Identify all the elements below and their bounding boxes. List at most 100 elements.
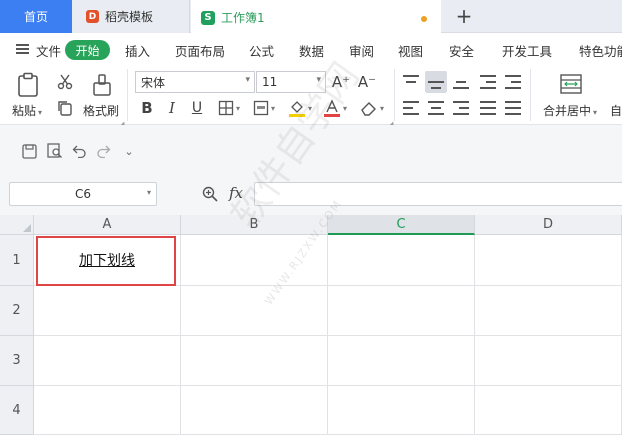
cut-button[interactable]	[55, 73, 75, 91]
column-header-b[interactable]: B	[181, 215, 328, 235]
zoom-icon[interactable]	[202, 186, 218, 206]
cell-b3[interactable]	[181, 336, 328, 386]
menu-security[interactable]: 安全	[449, 41, 474, 60]
italic-button[interactable]: I	[163, 98, 181, 118]
menu-page-layout[interactable]: 页面布局	[175, 41, 225, 60]
font-name-value: 宋体	[141, 75, 166, 90]
menu-file[interactable]: 文件	[36, 41, 61, 60]
justify-icon	[480, 101, 496, 115]
tab-home[interactable]: 首页	[0, 0, 72, 33]
align-right-button[interactable]	[452, 99, 470, 117]
cell-style-icon	[253, 100, 269, 116]
redo-button[interactable]	[94, 142, 112, 160]
paste-label[interactable]: 粘贴 ▾	[12, 102, 42, 119]
cell-a4[interactable]	[34, 386, 181, 435]
new-tab-button[interactable]: +	[452, 3, 476, 29]
save-icon	[21, 143, 37, 159]
paste-text: 粘贴	[12, 104, 37, 118]
cell-c2[interactable]	[328, 286, 475, 336]
cell-b4[interactable]	[181, 386, 328, 435]
align-top-button[interactable]	[402, 73, 420, 91]
align-middle-button[interactable]	[425, 71, 447, 93]
row-header-4[interactable]: 4	[0, 386, 34, 435]
merge-center-label[interactable]: 合并居中 ▾	[543, 102, 597, 119]
format-painter-label[interactable]: 格式刷	[83, 102, 119, 119]
formula-bar: C6 ▾ fx	[0, 177, 622, 215]
borders-button[interactable]: ▾	[214, 99, 244, 117]
row-header-2[interactable]: 2	[0, 286, 34, 336]
paste-button[interactable]	[14, 71, 42, 99]
select-all-corner[interactable]	[0, 215, 34, 235]
tab-workbook[interactable]: S 工作簿1	[191, 0, 441, 33]
cell-a1[interactable]: 加下划线	[34, 235, 181, 286]
distributed-align-button[interactable]	[504, 99, 522, 117]
cell-d4[interactable]	[475, 386, 622, 435]
font-color-icon	[323, 99, 340, 117]
tab-docer-templates[interactable]: D 稻壳模板	[72, 0, 190, 33]
cell-d3[interactable]	[475, 336, 622, 386]
menu-developer-tools[interactable]: 开发工具	[502, 41, 552, 60]
name-box-value: C6	[74, 187, 91, 201]
decrease-indent-icon	[480, 75, 496, 89]
menu-insert[interactable]: 插入	[125, 41, 150, 60]
cell-d2[interactable]	[475, 286, 622, 336]
cell-c4[interactable]	[328, 386, 475, 435]
align-left-button[interactable]	[402, 99, 420, 117]
align-bottom-button[interactable]	[452, 73, 470, 91]
chevron-down-icon: ▾	[38, 108, 43, 117]
cell-c3[interactable]	[328, 336, 475, 386]
row-header-1[interactable]: 1	[0, 235, 34, 286]
row-header-3[interactable]: 3	[0, 336, 34, 386]
cell-c1[interactable]	[328, 235, 475, 286]
font-name-select[interactable]: 宋体 ▾	[135, 71, 255, 93]
name-box[interactable]: C6 ▾	[9, 182, 157, 206]
print-preview-button[interactable]	[46, 142, 64, 160]
borders-icon	[218, 100, 234, 116]
format-painter-button[interactable]	[89, 71, 115, 99]
unsaved-indicator-icon	[421, 16, 427, 22]
underline-button[interactable]: U	[188, 98, 206, 118]
shrink-font-button[interactable]: A⁻	[357, 72, 377, 92]
align-bottom-icon	[453, 75, 469, 89]
ribbon-divider	[530, 69, 531, 121]
align-center-button[interactable]	[427, 99, 445, 117]
menu-review[interactable]: 审阅	[349, 41, 374, 60]
column-header-a[interactable]: A	[34, 215, 181, 235]
clear-button[interactable]: ▾	[357, 98, 387, 118]
fill-color-button[interactable]: ▾	[285, 98, 315, 118]
cell-b1[interactable]	[181, 235, 328, 286]
cell-b2[interactable]	[181, 286, 328, 336]
column-header-c[interactable]: C	[328, 215, 475, 235]
justify-button[interactable]	[479, 99, 497, 117]
bold-button[interactable]: B	[138, 98, 156, 118]
insert-function-button[interactable]: fx	[229, 184, 243, 202]
cell-style-button[interactable]: ▾	[249, 99, 279, 117]
chevron-down-icon: ▾	[593, 108, 598, 117]
chevron-down-icon: ▾	[146, 188, 151, 197]
column-header-d[interactable]: D	[475, 215, 622, 235]
grow-font-button[interactable]: A⁺	[331, 72, 351, 92]
copy-button[interactable]	[55, 99, 75, 117]
menu-data[interactable]: 数据	[299, 41, 324, 60]
chevron-down-icon: ▾	[342, 103, 347, 113]
hamburger-menu-icon[interactable]	[16, 44, 29, 54]
decrease-indent-button[interactable]	[479, 73, 497, 91]
menu-special-features[interactable]: 特色功能	[579, 41, 622, 60]
cell-d1[interactable]	[475, 235, 622, 286]
auto-wrap-label[interactable]: 自	[610, 102, 622, 119]
menu-view[interactable]: 视图	[398, 41, 423, 60]
formula-input[interactable]	[254, 182, 622, 206]
increase-indent-button[interactable]	[504, 73, 522, 91]
save-button[interactable]	[20, 142, 38, 160]
menu-formulas[interactable]: 公式	[249, 41, 274, 60]
undo-button[interactable]	[70, 142, 88, 160]
merge-center-button[interactable]	[558, 73, 584, 95]
cell-a2[interactable]	[34, 286, 181, 336]
chevron-down-icon: ▾	[270, 103, 275, 113]
ribbon-divider	[127, 69, 128, 121]
customize-toolbar-button[interactable]: ⌄	[120, 142, 138, 160]
font-color-button[interactable]: ▾	[320, 98, 350, 118]
cell-a3[interactable]	[34, 336, 181, 386]
menu-start[interactable]: 开始	[65, 40, 110, 60]
font-size-select[interactable]: 11 ▾	[256, 71, 326, 93]
